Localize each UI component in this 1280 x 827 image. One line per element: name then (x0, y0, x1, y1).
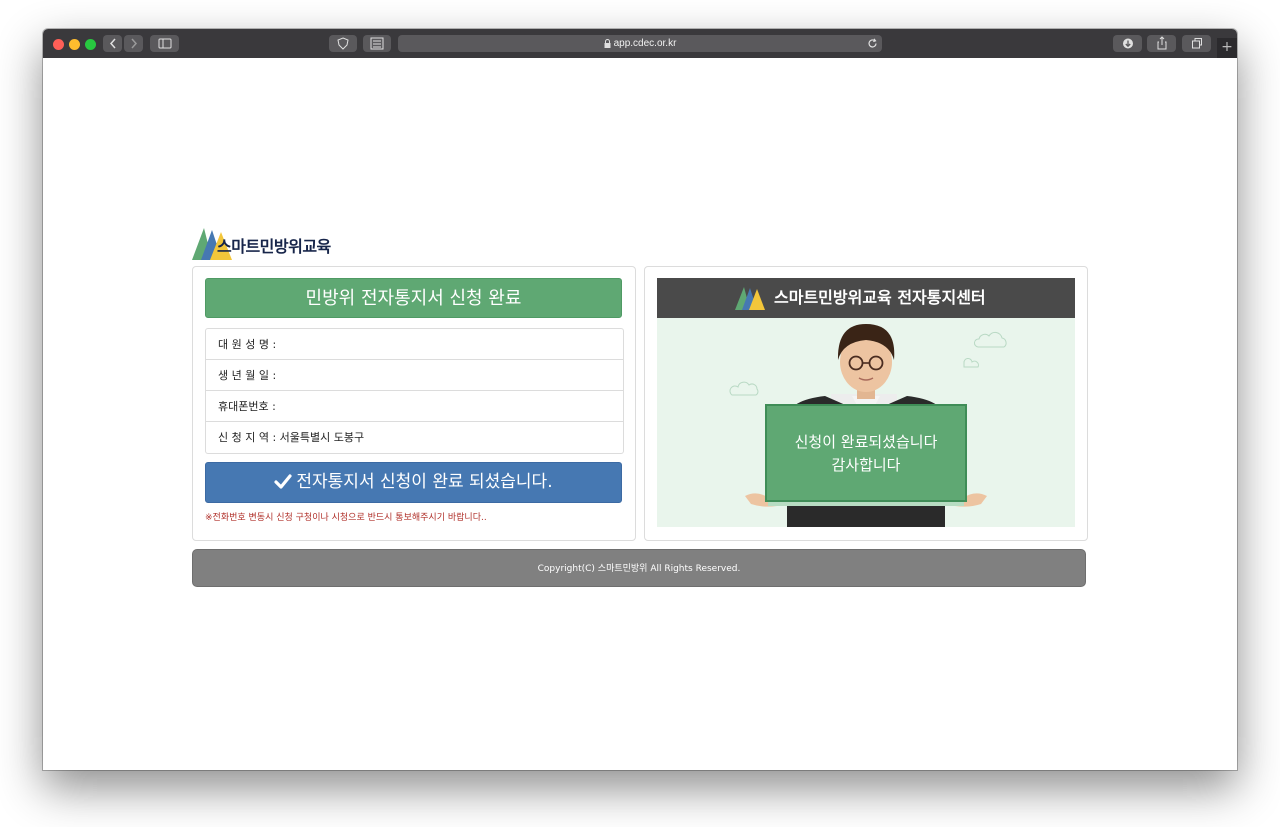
sidebar-toggle-button[interactable] (150, 35, 179, 52)
download-icon (1122, 38, 1133, 49)
notice-center-panel: 스마트민방위교육 전자통지센터 신청이 완료되셨습니다 감사합니다 (644, 266, 1088, 541)
chevron-right-icon (130, 38, 137, 49)
forward-button[interactable] (124, 35, 143, 52)
new-tab-button[interactable]: + (1217, 38, 1237, 58)
applicant-info-list: 대 원 성 명 : 생 년 월 일 : 휴대폰번호 : 신 청 지 역 : 서울… (205, 328, 624, 454)
notice-center-title: 스마트민방위교육 전자통지센터 (774, 288, 986, 307)
field-region: 신 청 지 역 : 서울특별시 도봉구 (218, 431, 365, 444)
tab-overview-button[interactable] (1182, 35, 1211, 52)
completion-illustration: 신청이 완료되셨습니다 감사합니다 (657, 318, 1075, 527)
check-icon (274, 474, 292, 489)
share-button[interactable] (1147, 35, 1176, 52)
close-window-button[interactable] (53, 39, 64, 50)
completion-title: 민방위 전자통지서 신청 완료 (205, 278, 622, 318)
field-name: 대 원 성 명 : (206, 329, 623, 360)
plus-icon: + (1221, 39, 1233, 55)
brand-name: 스마트민방위교육 (217, 237, 331, 256)
shield-icon (337, 37, 349, 50)
phone-change-notice: ※전화번호 변동시 신청 구청이나 시청으로 반드시 통보해주시기 바랍니다.. (205, 513, 487, 523)
minimize-window-button[interactable] (69, 39, 80, 50)
completion-sign: 신청이 완료되셨습니다 감사합니다 (765, 404, 967, 502)
downloads-button[interactable] (1113, 35, 1142, 52)
completion-button[interactable]: 전자통지서 신청이 완료 되셨습니다. (205, 462, 622, 503)
zoom-window-button[interactable] (85, 39, 96, 50)
chevron-left-icon (109, 38, 116, 49)
reader-icon (370, 37, 384, 50)
copyright-text: Copyright(C) 스마트민방위 All Rights Reserved. (537, 564, 741, 574)
completion-panel: 민방위 전자통지서 신청 완료 대 원 성 명 : 생 년 월 일 : 휴대폰번… (192, 266, 636, 541)
web-page: 스마트민방위교육 민방위 전자통지서 신청 완료 대 원 성 명 : 생 년 월… (43, 58, 1237, 770)
reader-button[interactable] (363, 35, 391, 52)
url-text: app.cdec.or.kr (613, 38, 677, 49)
address-bar[interactable]: app.cdec.or.kr (398, 35, 882, 52)
site-logo[interactable]: 스마트민방위교육 (192, 224, 362, 260)
field-phone: 휴대폰번호 : (206, 391, 623, 422)
page-footer: Copyright(C) 스마트민방위 All Rights Reserved. (192, 549, 1086, 587)
lock-icon (604, 38, 611, 48)
reload-icon[interactable] (867, 38, 878, 49)
tabs-icon (1191, 38, 1202, 49)
field-birthdate: 생 년 월 일 : (206, 360, 623, 391)
privacy-report-button[interactable] (329, 35, 357, 52)
sign-line-2: 감사합니다 (831, 456, 901, 474)
completion-button-label: 전자통지서 신청이 완료 되셨습니다. (296, 472, 553, 492)
sidebar-icon (158, 38, 171, 49)
back-button[interactable] (103, 35, 122, 52)
browser-window: app.cdec.or.kr + 스마트민방위교육 민방위 전자통지서 신청 완… (43, 29, 1237, 770)
share-icon (1157, 36, 1166, 50)
notice-center-header: 스마트민방위교육 전자통지센터 (657, 278, 1075, 318)
sign-line-1: 신청이 완료되셨습니다 (794, 433, 938, 451)
browser-toolbar: app.cdec.or.kr + (43, 29, 1237, 59)
logo-mark-icon (735, 287, 765, 310)
